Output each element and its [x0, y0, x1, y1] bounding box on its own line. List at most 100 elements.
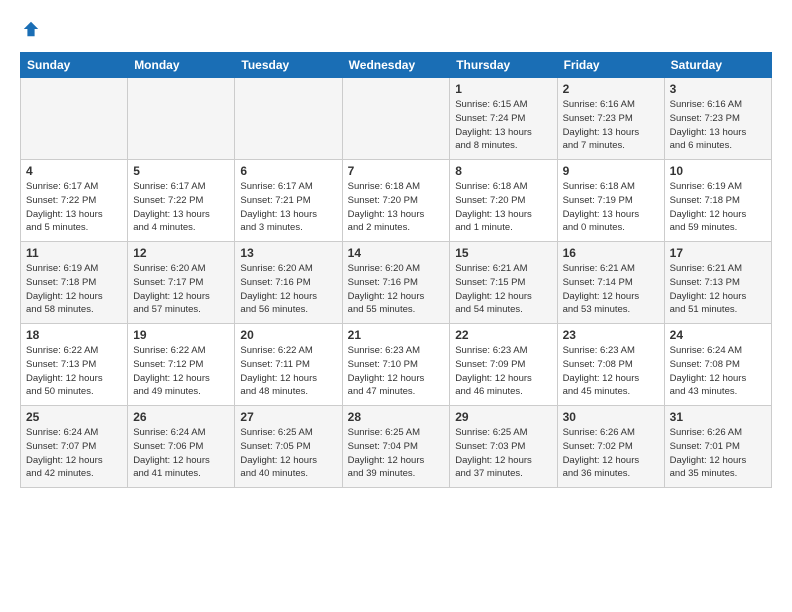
- day-info: Sunrise: 6:23 AM Sunset: 7:08 PM Dayligh…: [563, 344, 659, 399]
- day-info: Sunrise: 6:23 AM Sunset: 7:09 PM Dayligh…: [455, 344, 551, 399]
- week-row-3: 11 Sunrise: 6:19 AM Sunset: 7:18 PM Dayli…: [21, 242, 772, 324]
- day-header-friday: Friday: [557, 53, 664, 78]
- day-info: Sunrise: 6:23 AM Sunset: 7:10 PM Dayligh…: [348, 344, 445, 399]
- day-number: 6: [240, 164, 336, 178]
- day-info: Sunrise: 6:18 AM Sunset: 7:20 PM Dayligh…: [348, 180, 445, 235]
- day-cell: 17 Sunrise: 6:21 AM Sunset: 7:13 PM Dayli…: [664, 242, 771, 324]
- day-cell: 25 Sunrise: 6:24 AM Sunset: 7:07 PM Dayli…: [21, 406, 128, 488]
- day-cell: 12 Sunrise: 6:20 AM Sunset: 7:17 PM Dayli…: [128, 242, 235, 324]
- day-number: 11: [26, 246, 122, 260]
- day-cell: 11 Sunrise: 6:19 AM Sunset: 7:18 PM Dayli…: [21, 242, 128, 324]
- day-info: Sunrise: 6:21 AM Sunset: 7:15 PM Dayligh…: [455, 262, 551, 317]
- day-cell: 9 Sunrise: 6:18 AM Sunset: 7:19 PM Daylig…: [557, 160, 664, 242]
- day-info: Sunrise: 6:25 AM Sunset: 7:04 PM Dayligh…: [348, 426, 445, 481]
- day-info: Sunrise: 6:20 AM Sunset: 7:16 PM Dayligh…: [240, 262, 336, 317]
- day-cell: 15 Sunrise: 6:21 AM Sunset: 7:15 PM Dayli…: [450, 242, 557, 324]
- day-info: Sunrise: 6:16 AM Sunset: 7:23 PM Dayligh…: [563, 98, 659, 153]
- day-cell: 19 Sunrise: 6:22 AM Sunset: 7:12 PM Dayli…: [128, 324, 235, 406]
- day-number: 7: [348, 164, 445, 178]
- day-number: 3: [670, 82, 766, 96]
- day-cell: 1 Sunrise: 6:15 AM Sunset: 7:24 PM Daylig…: [450, 78, 557, 160]
- day-info: Sunrise: 6:26 AM Sunset: 7:02 PM Dayligh…: [563, 426, 659, 481]
- day-number: 2: [563, 82, 659, 96]
- day-number: 26: [133, 410, 229, 424]
- logo-icon: [22, 20, 40, 38]
- day-header-sunday: Sunday: [21, 53, 128, 78]
- day-cell: 28 Sunrise: 6:25 AM Sunset: 7:04 PM Dayli…: [342, 406, 450, 488]
- day-cell: 23 Sunrise: 6:23 AM Sunset: 7:08 PM Dayli…: [557, 324, 664, 406]
- day-cell: [128, 78, 235, 160]
- week-row-4: 18 Sunrise: 6:22 AM Sunset: 7:13 PM Dayli…: [21, 324, 772, 406]
- day-info: Sunrise: 6:22 AM Sunset: 7:12 PM Dayligh…: [133, 344, 229, 399]
- day-cell: 13Sunrise: 6:20 AM Sunset: 7:16 PM Dayli…: [235, 242, 342, 324]
- day-info: Sunrise: 6:21 AM Sunset: 7:14 PM Dayligh…: [563, 262, 659, 317]
- day-number: 5: [133, 164, 229, 178]
- day-number: 8: [455, 164, 551, 178]
- day-number: 23: [563, 328, 659, 342]
- day-number: 31: [670, 410, 766, 424]
- day-info: Sunrise: 6:20 AM Sunset: 7:17 PM Dayligh…: [133, 262, 229, 317]
- day-number: 21: [348, 328, 445, 342]
- week-row-2: 4 Sunrise: 6:17 AM Sunset: 7:22 PM Daylig…: [21, 160, 772, 242]
- day-cell: 18 Sunrise: 6:22 AM Sunset: 7:13 PM Dayli…: [21, 324, 128, 406]
- day-info: Sunrise: 6:19 AM Sunset: 7:18 PM Dayligh…: [670, 180, 766, 235]
- day-number: 10: [670, 164, 766, 178]
- day-header-wednesday: Wednesday: [342, 53, 450, 78]
- day-cell: 21 Sunrise: 6:23 AM Sunset: 7:10 PM Dayli…: [342, 324, 450, 406]
- day-cell: [235, 78, 342, 160]
- day-cell: 10 Sunrise: 6:19 AM Sunset: 7:18 PM Dayli…: [664, 160, 771, 242]
- day-cell: 27 Sunrise: 6:25 AM Sunset: 7:05 PM Dayli…: [235, 406, 342, 488]
- header: [20, 20, 772, 38]
- day-info: Sunrise: 6:15 AM Sunset: 7:24 PM Dayligh…: [455, 98, 551, 153]
- week-row-5: 25 Sunrise: 6:24 AM Sunset: 7:07 PM Dayli…: [21, 406, 772, 488]
- day-cell: [342, 78, 450, 160]
- day-info: Sunrise: 6:22 AM Sunset: 7:13 PM Dayligh…: [26, 344, 122, 399]
- day-number: 22: [455, 328, 551, 342]
- day-cell: 24 Sunrise: 6:24 AM Sunset: 7:08 PM Dayli…: [664, 324, 771, 406]
- day-cell: 22 Sunrise: 6:23 AM Sunset: 7:09 PM Dayli…: [450, 324, 557, 406]
- day-number: 15: [455, 246, 551, 260]
- day-number: 29: [455, 410, 551, 424]
- logo: [20, 20, 40, 38]
- day-number: 24: [670, 328, 766, 342]
- day-info: Sunrise: 6:21 AM Sunset: 7:13 PM Dayligh…: [670, 262, 766, 317]
- day-cell: 31Sunrise: 6:26 AM Sunset: 7:01 PM Dayli…: [664, 406, 771, 488]
- day-cell: [21, 78, 128, 160]
- day-info: Sunrise: 6:17 AM Sunset: 7:21 PM Dayligh…: [240, 180, 336, 235]
- day-number: 27: [240, 410, 336, 424]
- day-cell: 7 Sunrise: 6:18 AM Sunset: 7:20 PM Daylig…: [342, 160, 450, 242]
- day-number: 4: [26, 164, 122, 178]
- day-number: 18: [26, 328, 122, 342]
- day-info: Sunrise: 6:19 AM Sunset: 7:18 PM Dayligh…: [26, 262, 122, 317]
- day-number: 14: [348, 246, 445, 260]
- day-info: Sunrise: 6:24 AM Sunset: 7:07 PM Dayligh…: [26, 426, 122, 481]
- day-number: 20: [240, 328, 336, 342]
- day-cell: 20 Sunrise: 6:22 AM Sunset: 7:11 PM Dayli…: [235, 324, 342, 406]
- day-number: 25: [26, 410, 122, 424]
- day-cell: 4 Sunrise: 6:17 AM Sunset: 7:22 PM Daylig…: [21, 160, 128, 242]
- day-number: 12: [133, 246, 229, 260]
- day-number: 16: [563, 246, 659, 260]
- page-container: SundayMondayTuesdayWednesdayThursdayFrid…: [0, 0, 792, 498]
- day-number: 28: [348, 410, 445, 424]
- day-info: Sunrise: 6:25 AM Sunset: 7:03 PM Dayligh…: [455, 426, 551, 481]
- header-row: SundayMondayTuesdayWednesdayThursdayFrid…: [21, 53, 772, 78]
- day-cell: 30 Sunrise: 6:26 AM Sunset: 7:02 PM Dayli…: [557, 406, 664, 488]
- day-info: Sunrise: 6:22 AM Sunset: 7:11 PM Dayligh…: [240, 344, 336, 399]
- day-number: 19: [133, 328, 229, 342]
- day-info: Sunrise: 6:17 AM Sunset: 7:22 PM Dayligh…: [26, 180, 122, 235]
- day-cell: 5 Sunrise: 6:17 AM Sunset: 7:22 PM Daylig…: [128, 160, 235, 242]
- day-info: Sunrise: 6:24 AM Sunset: 7:08 PM Dayligh…: [670, 344, 766, 399]
- day-number: 1: [455, 82, 551, 96]
- day-info: Sunrise: 6:18 AM Sunset: 7:19 PM Dayligh…: [563, 180, 659, 235]
- day-number: 9: [563, 164, 659, 178]
- day-header-thursday: Thursday: [450, 53, 557, 78]
- day-info: Sunrise: 6:25 AM Sunset: 7:05 PM Dayligh…: [240, 426, 336, 481]
- day-number: 30: [563, 410, 659, 424]
- day-info: Sunrise: 6:16 AM Sunset: 7:23 PM Dayligh…: [670, 98, 766, 153]
- day-header-saturday: Saturday: [664, 53, 771, 78]
- day-number: 17: [670, 246, 766, 260]
- day-info: Sunrise: 6:20 AM Sunset: 7:16 PM Dayligh…: [348, 262, 445, 317]
- day-header-monday: Monday: [128, 53, 235, 78]
- day-info: Sunrise: 6:17 AM Sunset: 7:22 PM Dayligh…: [133, 180, 229, 235]
